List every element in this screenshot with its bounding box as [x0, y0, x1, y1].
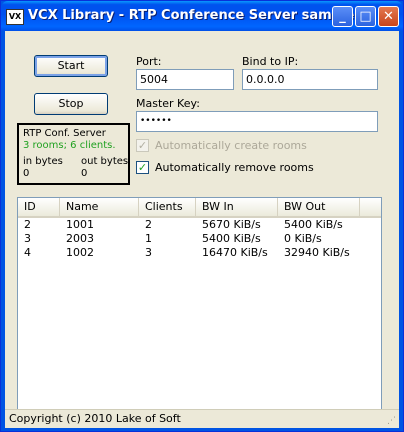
cell-bw-in: 5400 KiB/s — [202, 232, 261, 245]
stop-button[interactable]: Stop — [34, 93, 108, 115]
client-area: Start Stop Port: 5004 Bind to IP: 0.0.0.… — [5, 31, 399, 428]
out-bytes-label: out bytes — [81, 156, 129, 167]
table-row[interactable]: 2 1001 2 5670 KiB/s 5400 KiB/s — [18, 218, 381, 232]
auto-create-checkbox: ✓ — [136, 139, 149, 152]
cell-clients: 3 — [145, 246, 152, 259]
auto-remove-checkbox[interactable]: ✓ — [136, 161, 149, 174]
cell-id: 2 — [24, 218, 31, 231]
main-window: VX VCX Library - RTP Conference Server s… — [0, 0, 404, 432]
column-header-filler — [360, 198, 381, 216]
auto-remove-label[interactable]: Automatically remove rooms — [155, 161, 314, 174]
cell-bw-in: 5670 KiB/s — [202, 218, 261, 231]
in-bytes-value: 0 — [23, 168, 30, 179]
window-title: VCX Library - RTP Conference Server samp… — [28, 8, 355, 23]
column-header-bw-in[interactable]: BW In — [196, 198, 278, 216]
column-header-name[interactable]: Name — [60, 198, 139, 216]
bind-ip-label: Bind to IP: — [242, 55, 299, 68]
resize-grip-icon[interactable]: ⋰ — [387, 416, 397, 426]
start-button[interactable]: Start — [34, 55, 108, 77]
master-key-field[interactable]: •••••• — [136, 111, 378, 132]
auto-create-label: Automatically create rooms — [155, 139, 307, 152]
cell-bw-out: 5400 KiB/s — [284, 218, 343, 231]
port-label: Port: — [136, 55, 162, 68]
close-button[interactable]: ✕ — [378, 6, 399, 27]
rooms-table[interactable]: ID Name Clients BW In BW Out 2 1001 2 56… — [17, 197, 382, 417]
minimize-button[interactable]: _ — [332, 6, 353, 27]
cell-id: 4 — [24, 246, 31, 259]
title-bar[interactable]: VX VCX Library - RTP Conference Server s… — [1, 1, 403, 31]
status-bar: Copyright (c) 2010 Lake of Soft ⋰ — [5, 409, 399, 428]
cell-bw-out: 32940 KiB/s — [284, 246, 350, 259]
cell-bw-in: 16470 KiB/s — [202, 246, 268, 259]
table-row[interactable]: 3 2003 1 5400 KiB/s 0 KiB/s — [18, 232, 381, 246]
master-key-label: Master Key: — [136, 97, 200, 110]
column-header-id[interactable]: ID — [18, 198, 60, 216]
bind-ip-field[interactable]: 0.0.0.0 — [242, 69, 378, 90]
cell-id: 3 — [24, 232, 31, 245]
port-field[interactable]: 5004 — [136, 69, 234, 90]
out-bytes-value: 0 — [81, 168, 88, 179]
status-title: RTP Conf. Server — [23, 128, 106, 139]
copyright-text: Copyright (c) 2010 Lake of Soft — [9, 412, 181, 425]
cell-clients: 1 — [145, 232, 152, 245]
cell-name: 1001 — [66, 218, 94, 231]
app-icon: VX — [6, 9, 24, 25]
cell-clients: 2 — [145, 218, 152, 231]
table-header: ID Name Clients BW In BW Out — [18, 198, 381, 218]
cell-bw-out: 0 KiB/s — [284, 232, 322, 245]
maximize-button[interactable]: □ — [355, 6, 376, 27]
column-header-bw-out[interactable]: BW Out — [278, 198, 360, 216]
cell-name: 2003 — [66, 232, 94, 245]
table-row[interactable]: 4 1002 3 16470 KiB/s 32940 KiB/s — [18, 246, 381, 260]
server-status-box: RTP Conf. Server 3 rooms; 6 clients. in … — [17, 123, 130, 185]
status-summary: 3 rooms; 6 clients. — [23, 140, 116, 151]
in-bytes-label: in bytes — [23, 156, 63, 167]
cell-name: 1002 — [66, 246, 94, 259]
column-header-clients[interactable]: Clients — [139, 198, 196, 216]
